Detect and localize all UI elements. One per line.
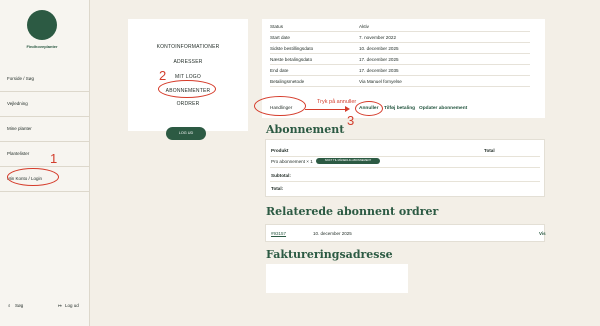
info-row-end-date: End date 17. december 2035 <box>270 65 530 76</box>
info-label: Betalingsmetode <box>270 79 305 84</box>
sidebar-logout[interactable]: ↦ Log ud <box>58 303 79 308</box>
info-row-start-date: Start date 7. november 2022 <box>270 32 530 43</box>
info-row-last-order: Sidste bestillingsdato 10. december 2025 <box>270 43 530 54</box>
search-icon: ⌕ <box>8 303 11 308</box>
info-row-status: Status Aktiv <box>270 21 530 32</box>
sidebar-search-label: Søg <box>15 303 24 308</box>
sidebar-logout-label: Log ud <box>65 303 79 308</box>
menu-ordrer[interactable]: ORDRER <box>128 101 248 107</box>
info-row-payment-method: Betalingsmetode Via Manuel fornyelse <box>270 76 530 87</box>
annotation-number-1: 1 <box>50 151 58 166</box>
order-date: 10. december 2025 <box>313 231 352 236</box>
related-order-row: #93157 10. december 2025 Vis <box>265 224 546 242</box>
product-header: Produkt <box>271 148 289 153</box>
info-label: Status <box>270 24 284 29</box>
total-label: Total: <box>271 186 284 191</box>
info-label: Start date <box>270 35 290 40</box>
annotation-arrow-line <box>305 109 347 110</box>
retry-payment-link[interactable]: Tilføj betaling <box>384 106 415 111</box>
sidebar-item-vejledning[interactable]: Vejledning <box>0 92 90 117</box>
annotation-circle-3 <box>355 101 383 116</box>
logout-icon: ↦ <box>58 303 62 308</box>
info-label: End date <box>270 68 289 73</box>
sidebar-item-mine-planter[interactable]: Mine planter <box>0 117 90 142</box>
info-value: 17. december 2035 <box>359 68 399 73</box>
product-name: Pro abonnement × 1 <box>271 159 313 164</box>
info-value: 10. december 2025 <box>359 46 399 51</box>
annotation-circle-handlinger <box>254 96 306 116</box>
annotation-circle-2 <box>158 80 216 98</box>
info-label: Sidste bestillingsdato <box>270 46 314 51</box>
menu-kontoinformationer[interactable]: KONTOINFORMATIONER <box>128 44 248 50</box>
plant-logo-icon <box>27 10 57 40</box>
brand-name: Findhoveplanter <box>26 44 58 49</box>
annotation-number-3: 3 <box>347 113 355 128</box>
related-orders-heading: Relaterede abonnent ordrer <box>266 205 439 218</box>
logout-button[interactable]: LOG UD <box>166 127 206 140</box>
subscription-heading: Abonnement <box>266 123 345 136</box>
switch-monthly-badge[interactable]: SKIFT TIL MÅNEDLIG ABONNEMENT <box>316 158 380 164</box>
menu-adresser[interactable]: ADRESSER <box>128 59 248 65</box>
info-label: Næste betalingsdato <box>270 57 313 62</box>
info-value: Aktiv <box>359 24 369 29</box>
view-order-link[interactable]: Vis <box>539 231 546 236</box>
sidebar-item-plantelister[interactable]: Plantelister <box>0 142 90 167</box>
info-value: Via Manuel fornyelse <box>359 79 402 84</box>
info-row-next-payment: Næste betalingsdato 17. december 2025 <box>270 54 530 65</box>
sidebar-search[interactable]: ⌕ Søg <box>8 303 23 308</box>
annotation-circle-1 <box>7 168 59 186</box>
billing-address-heading: Faktureringsadresse <box>266 248 393 261</box>
annotation-note: Tryk på annuller <box>317 99 357 105</box>
subtotal-row: Subtotal: <box>270 170 540 182</box>
billing-address-box <box>266 264 408 293</box>
info-value: 7. november 2022 <box>359 35 397 40</box>
sidebar: Findhoveplanter Forside / Søg Vejledning… <box>0 0 90 326</box>
sidebar-item-forside[interactable]: Forside / Søg <box>0 67 90 92</box>
order-number-link[interactable]: #93157 <box>271 231 286 236</box>
total-row: Total: <box>270 183 540 195</box>
subscription-product-row: Pro abonnement × 1 <box>270 156 540 168</box>
total-header: Total <box>484 148 495 153</box>
info-value: 17. december 2025 <box>359 57 399 62</box>
update-subscription-link[interactable]: Opdater abonnement <box>419 106 467 111</box>
annotation-arrow-icon <box>345 106 350 112</box>
annotation-number-2: 2 <box>159 68 167 83</box>
subtotal-label: Subtotal: <box>271 173 291 178</box>
